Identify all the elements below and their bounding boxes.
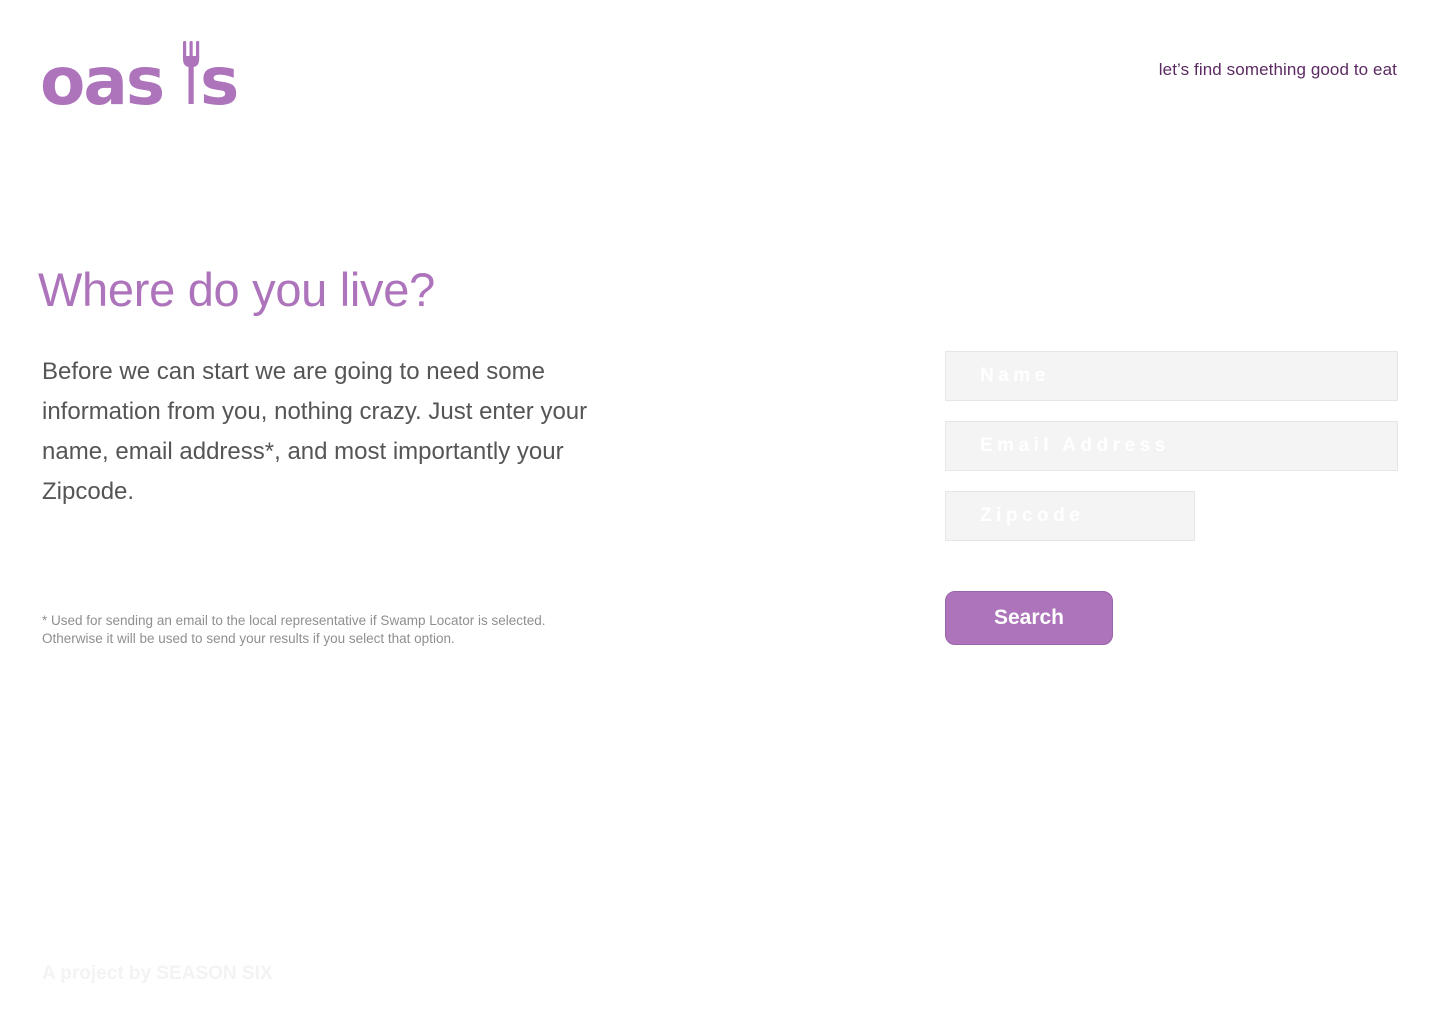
oasis-logo[interactable]: oas s bbox=[40, 36, 244, 108]
fork-icon bbox=[183, 41, 200, 104]
search-button[interactable]: Search bbox=[945, 591, 1113, 645]
name-field[interactable] bbox=[945, 351, 1398, 401]
footnote-line: * Used for sending an email to the local… bbox=[42, 613, 546, 628]
page: oas s let’s find something good to eat W… bbox=[0, 0, 1440, 1024]
intro-paragraph: Before we can start we are going to need… bbox=[42, 358, 588, 505]
svg-text:oas: oas bbox=[40, 43, 163, 108]
email-field[interactable] bbox=[945, 421, 1398, 471]
zipcode-field[interactable] bbox=[945, 491, 1195, 541]
footnote-line: Otherwise it will be used to send your r… bbox=[42, 631, 455, 646]
tagline: let’s find something good to eat bbox=[1158, 60, 1397, 79]
logo-wordmark: oas s bbox=[40, 41, 239, 108]
page-title: Where do you live? bbox=[38, 263, 435, 316]
footer-credit: A project by SEASON SIX bbox=[42, 963, 273, 984]
footnote: * Used for sending an email to the local… bbox=[42, 612, 602, 648]
svg-text:s: s bbox=[200, 43, 239, 108]
